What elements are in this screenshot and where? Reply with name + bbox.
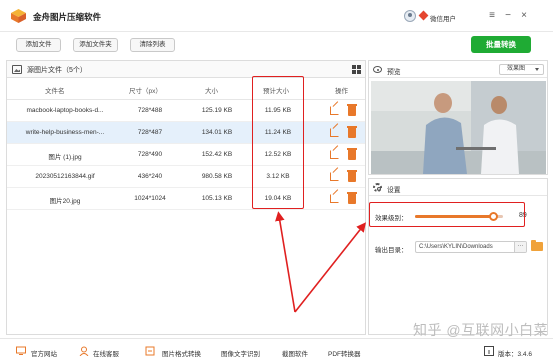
delete-icon[interactable] (347, 104, 357, 116)
file-size: 125.19 KB (201, 107, 233, 114)
file-dimension: 436*240 (137, 173, 163, 180)
file-name: 图片 (1).jpg (48, 154, 82, 161)
user-avatar-icon[interactable] (404, 10, 416, 22)
file-dimension: 1024*1024 (134, 195, 166, 202)
column-header-actions: 操作 (335, 88, 348, 95)
file-list-title: 源图片文件（5个） (27, 67, 87, 74)
file-list-panel: 源图片文件（5个） 文件名 尺寸（px） 大小 预计大小 操作 macbook-… (6, 60, 366, 335)
table-row[interactable]: 20230512163844.gif 436*240 980.58 KB 3.1… (7, 166, 365, 188)
menu-icon[interactable]: ≡ (485, 9, 499, 23)
preview-mode-value: 效果图 (507, 66, 526, 72)
vip-badge-icon (418, 10, 429, 21)
file-dimension: 728*490 (137, 151, 163, 158)
footer-bar: 官方网站 在线客服 图片格式转换 图像文字识别 截图软件 PDF转换器 版本：3… (0, 338, 553, 364)
column-header-name: 文件名 (45, 88, 65, 95)
effect-level-highlight (369, 202, 525, 227)
table-row[interactable]: write-help-business-men-... 728*487 134.… (7, 122, 365, 144)
image-icon (12, 65, 22, 74)
format-convert-icon (145, 346, 155, 356)
column-header-dimension: 尺寸（px） (129, 88, 162, 95)
browse-more-button[interactable]: ··· (514, 242, 526, 252)
folder-icon[interactable] (531, 240, 543, 251)
file-name: 20230512163844.gif (35, 173, 95, 180)
online-support-link[interactable]: 在线客服 (93, 348, 119, 358)
file-name: write-help-business-men-... (25, 129, 105, 136)
open-file-icon[interactable] (330, 106, 339, 115)
app-logo-icon (11, 9, 26, 23)
close-icon[interactable]: × (517, 9, 531, 23)
open-file-icon[interactable] (330, 172, 339, 181)
file-dimension: 728*488 (137, 107, 163, 114)
table-header: 文件名 尺寸（px） 大小 预计大小 操作 (7, 78, 365, 100)
add-file-button[interactable]: 添加文件 (16, 38, 61, 52)
file-size: 134.01 KB (201, 129, 233, 136)
delete-icon[interactable] (347, 126, 357, 138)
chevron-down-icon (535, 68, 539, 71)
open-file-icon[interactable] (330, 128, 339, 137)
batch-convert-button[interactable]: 批量转换 (471, 36, 531, 53)
settings-title: 设置 (387, 187, 401, 194)
grid-view-icon[interactable] (352, 65, 361, 74)
output-dir-value: C:\Users\KYLIN\Downloads (419, 244, 493, 250)
file-size: 980.58 KB (201, 173, 233, 180)
table-row[interactable]: 图片20.jpg 1024*1024 105.13 KB 19.04 KB (7, 188, 365, 210)
preview-header: 预览 效果图 (369, 61, 547, 78)
output-dir-label: 输出目录： (375, 247, 408, 254)
file-list-header: 源图片文件（5个） (7, 61, 365, 78)
column-header-size: 大小 (205, 88, 218, 95)
gear-icon (373, 183, 382, 192)
preview-mode-select[interactable]: 效果图 (499, 64, 544, 75)
screenshot-software-link[interactable]: 截图软件 (282, 348, 308, 358)
delete-icon[interactable] (347, 170, 357, 182)
output-dir-field[interactable]: C:\Users\KYLIN\Downloads ··· (415, 241, 527, 253)
settings-header: 设置 (369, 179, 547, 196)
image-format-convert-link[interactable]: 图片格式转换 (162, 348, 201, 358)
image-ocr-link[interactable]: 图像文字识别 (221, 348, 260, 358)
info-icon (484, 346, 494, 356)
minimize-icon[interactable]: − (501, 9, 515, 23)
file-size: 152.42 KB (201, 151, 233, 158)
table-row[interactable]: macbook-laptop-books-d... 728*488 125.19… (7, 100, 365, 122)
preview-title: 预览 (387, 69, 401, 76)
preview-panel: 预览 效果图 (368, 60, 548, 175)
table-row[interactable]: 图片 (1).jpg 728*490 152.42 KB 12.52 KB (7, 144, 365, 166)
delete-icon[interactable] (347, 192, 357, 204)
file-dimension: 728*487 (137, 129, 163, 136)
clear-list-button[interactable]: 清除列表 (130, 38, 175, 52)
file-name: macbook-laptop-books-d... (26, 107, 104, 114)
file-size: 105.13 KB (201, 195, 233, 202)
user-name[interactable]: 微信用户 (430, 13, 456, 23)
eye-icon (373, 66, 382, 73)
app-title: 金舟图片压缩软件 (33, 12, 102, 22)
pdf-converter-link[interactable]: PDF转换器 (328, 348, 361, 358)
add-folder-button[interactable]: 添加文件夹 (73, 38, 118, 52)
file-name: 图片20.jpg (49, 198, 81, 205)
open-file-icon[interactable] (330, 194, 339, 203)
watermark: 知乎 @互联网小白菜 (413, 322, 549, 338)
estimated-size-highlight (252, 76, 304, 209)
monitor-icon (16, 346, 26, 355)
version-label: 版本：3.4.6 (498, 351, 532, 358)
official-site-link[interactable]: 官方网站 (31, 348, 57, 358)
open-file-icon[interactable] (330, 150, 339, 159)
delete-icon[interactable] (347, 148, 357, 160)
preview-image (371, 81, 546, 174)
support-icon (79, 346, 89, 356)
title-bar: 金舟图片压缩软件 微信用户 ≡ − × (0, 0, 553, 32)
